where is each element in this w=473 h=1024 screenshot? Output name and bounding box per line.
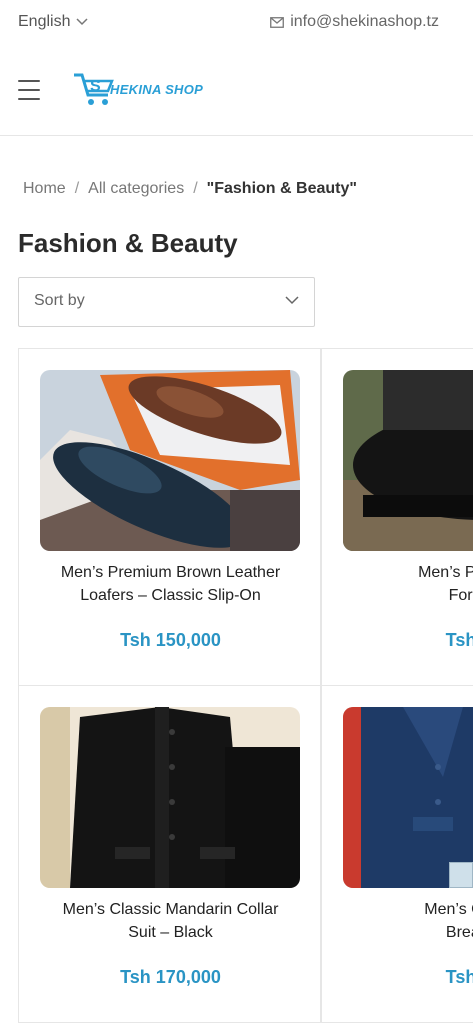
product-name[interactable]: Men’s Premium Brown Leather Loafers – Cl… [19, 561, 322, 607]
language-selector[interactable]: English [18, 13, 89, 31]
product-price: Tsh 17 [445, 967, 473, 987]
product-image[interactable] [40, 707, 300, 888]
sort-label: Sort by [34, 292, 85, 309]
product-price: Tsh 15 [445, 630, 473, 650]
site-logo[interactable]: S HEKINA SHOP [72, 66, 203, 112]
product-card[interactable]: Men’s Premium Formal Tsh 15 [321, 349, 473, 686]
product-image[interactable] [343, 370, 473, 551]
email-text: info@shekinashop.tz [290, 13, 439, 30]
product-name[interactable]: Men’s Classic Breaste [322, 898, 473, 944]
site-header: S HEKINA SHOP [0, 44, 473, 136]
breadcrumb-all-categories[interactable]: All categories [88, 180, 184, 198]
product-card[interactable]: Men’s Classic Mandarin Collar Suit – Bla… [18, 686, 321, 1023]
product-image[interactable] [40, 370, 300, 551]
product-card[interactable]: Men’s Premium Brown Leather Loafers – Cl… [18, 349, 321, 686]
page-title: Fashion & Beauty [18, 228, 238, 258]
breadcrumb-separator: / [193, 180, 198, 197]
top-bar: English info@shekinashop.tz [0, 0, 473, 44]
chevron-down-icon [76, 18, 89, 26]
product-name[interactable]: Men’s Classic Mandarin Collar Suit – Bla… [19, 898, 322, 944]
contact-email[interactable]: info@shekinashop.tz [270, 13, 439, 31]
logo-text: HEKINA SHOP [110, 81, 204, 97]
product-image[interactable] [343, 707, 473, 888]
product-card[interactable]: Men’s Classic Breaste Tsh 17 [321, 686, 473, 1023]
svg-text:S: S [90, 78, 101, 95]
product-price: Tsh 150,000 [120, 630, 221, 650]
product-grid: Men’s Premium Brown Leather Loafers – Cl… [18, 348, 473, 1024]
product-price: Tsh 170,000 [120, 967, 221, 987]
breadcrumb: Home / All categories / "Fashion & Beaut… [23, 180, 357, 198]
breadcrumb-home[interactable]: Home [23, 180, 66, 198]
menu-icon[interactable] [18, 80, 40, 100]
breadcrumb-current: "Fashion & Beauty" [206, 180, 357, 197]
sort-dropdown[interactable]: Sort by [18, 277, 315, 327]
mail-icon [270, 16, 285, 28]
language-label: English [18, 13, 71, 30]
breadcrumb-separator: / [74, 180, 80, 197]
chevron-down-icon [285, 296, 299, 305]
product-name[interactable]: Men’s Premium Formal [322, 561, 473, 607]
avatar[interactable] [449, 862, 473, 888]
